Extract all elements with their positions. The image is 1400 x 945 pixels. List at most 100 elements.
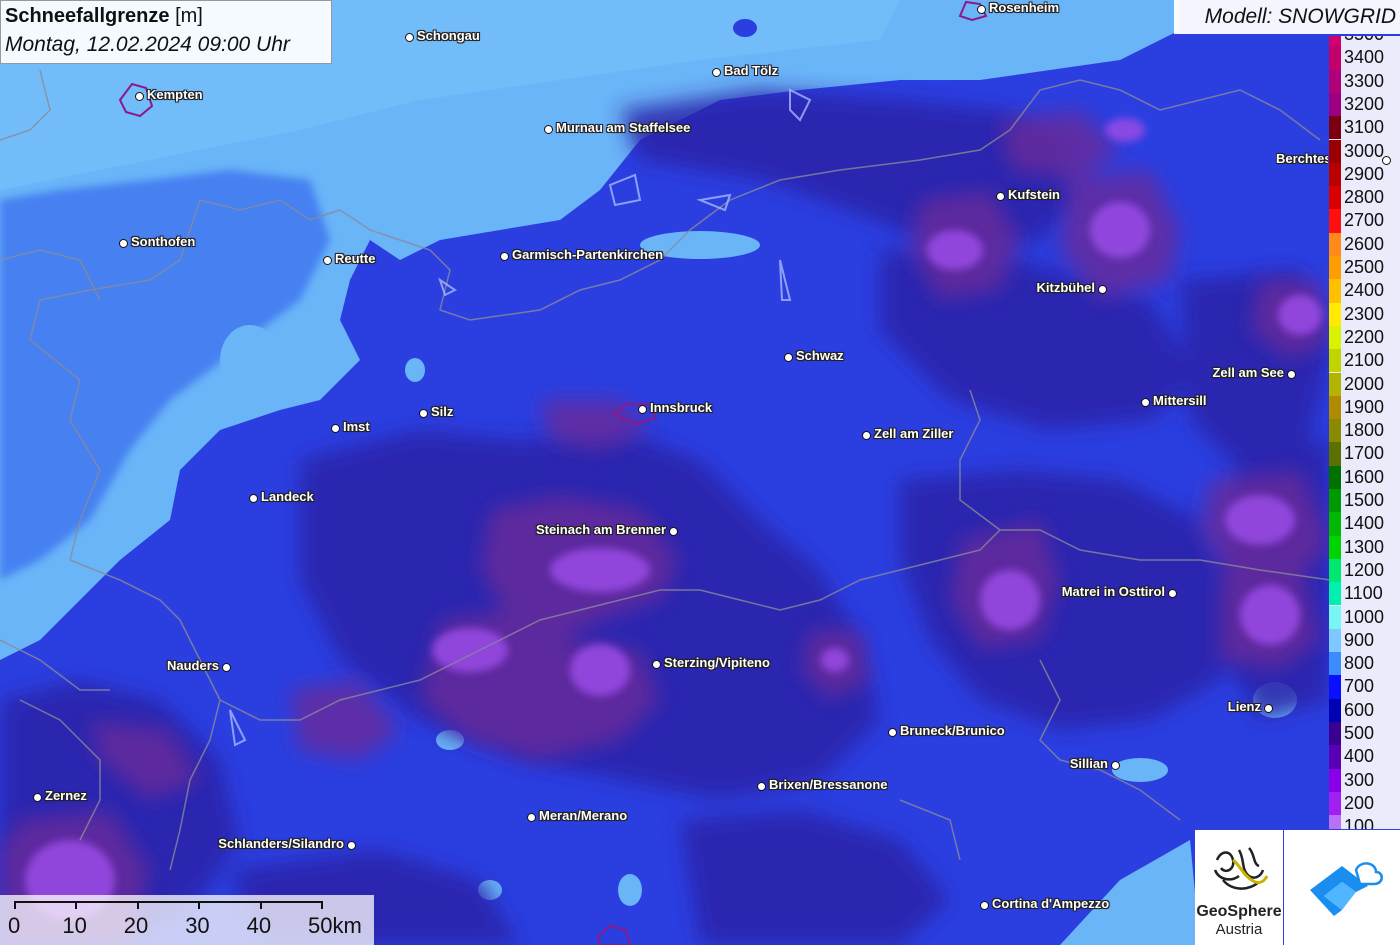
legend-item: 2700 (1329, 209, 1400, 233)
model-label: Modell: SNOWGRID (1204, 5, 1396, 28)
city-label[interactable]: Zell am See (1212, 365, 1284, 380)
legend-label: 3200 (1344, 93, 1385, 114)
city-dot (249, 494, 258, 503)
city-label[interactable]: Garmisch-Partenkirchen (512, 247, 663, 262)
legend-swatch (1329, 279, 1341, 303)
legend-label: 300 (1344, 769, 1375, 790)
city-label[interactable]: Cortina d'Ampezzo (992, 896, 1109, 911)
legend-label: 1200 (1344, 559, 1385, 580)
legend-item: 3400 (1329, 46, 1400, 70)
legend-swatch (1329, 722, 1341, 746)
legend-swatch (1329, 372, 1341, 396)
city-label[interactable]: Sterzing/Vipiteno (664, 655, 770, 670)
legend-label: 500 (1344, 723, 1375, 743)
legend-swatch (1329, 325, 1341, 350)
city-dot (323, 256, 332, 265)
city-label[interactable]: Schongau (417, 28, 480, 43)
legend-item: 800 (1329, 652, 1400, 676)
city-label[interactable]: Zernez (45, 788, 87, 803)
city-label[interactable]: Matrei in Osttirol (1062, 584, 1165, 599)
city-label[interactable]: Rosenheim (989, 0, 1059, 15)
legend-item: 200 (1329, 791, 1400, 816)
snowgrid-logo-box (1284, 830, 1400, 945)
legend-swatch (1329, 302, 1341, 326)
legend-label: 2500 (1344, 257, 1385, 277)
city-label[interactable]: Silz (431, 404, 453, 419)
legend-swatch (1329, 675, 1341, 699)
legend-swatch (1329, 815, 1341, 829)
legend-item: 1600 (1329, 465, 1400, 489)
city-label[interactable]: Mittersill (1153, 393, 1206, 408)
snowgrid-logo-icon (1310, 862, 1383, 916)
city-label[interactable]: Zell am Ziller (874, 426, 953, 441)
legend-swatch (1329, 256, 1341, 280)
city-label[interactable]: Meran/Merano (539, 808, 627, 823)
city-label[interactable]: Reutte (335, 251, 375, 266)
legend-item: 2900 (1329, 162, 1400, 187)
city-dot (1111, 761, 1120, 770)
legend-swatch (1329, 768, 1341, 792)
legend-item: 1300 (1329, 535, 1400, 559)
legend-label: 1600 (1344, 466, 1385, 487)
city-label[interactable]: Landeck (261, 489, 314, 504)
city-label[interactable]: Imst (343, 419, 370, 434)
city-label[interactable]: Nauders (167, 658, 219, 673)
legend-item: 100 (1329, 815, 1400, 829)
city-label[interactable]: Kufstein (1008, 187, 1060, 202)
city-label[interactable]: Bad Tölz (724, 63, 778, 78)
legend-item: 1100 (1329, 582, 1400, 606)
legend-swatch (1329, 535, 1341, 559)
city-label[interactable]: Lienz (1228, 699, 1261, 714)
city-dot (652, 660, 661, 669)
legend-label: 2200 (1344, 326, 1385, 347)
city-label[interactable]: Kitzbühel (1037, 280, 1096, 295)
legend-label: 3000 (1344, 140, 1385, 161)
city-label[interactable]: Schlanders/Silandro (218, 836, 344, 851)
legend-item: 1400 (1329, 512, 1400, 536)
scale-label: 30 (185, 913, 210, 938)
city-dot (996, 192, 1005, 201)
legend-label: 600 (1344, 699, 1375, 720)
map-title: Schneefallgrenze [m] (5, 5, 203, 27)
legend-swatch (1329, 232, 1341, 256)
city-label[interactable]: Schwaz (796, 348, 844, 363)
legend-item: 500 (1329, 722, 1400, 746)
legend-item: 1200 (1329, 558, 1400, 583)
legend-label: 100 (1344, 816, 1375, 829)
legend-item: 900 (1329, 628, 1400, 653)
scale-tick (259, 901, 262, 909)
legend-swatch (1329, 582, 1341, 606)
legend-swatch (1329, 349, 1341, 373)
legend-swatch (1329, 139, 1341, 163)
city-label[interactable]: Sillian (1070, 756, 1108, 771)
legend-label: 3100 (1344, 117, 1385, 138)
color-legend: 3500 340033003200 310030002900 280027002600… (1329, 36, 1400, 829)
legend-label: 2800 (1344, 187, 1385, 208)
scale-label: 20 (123, 913, 149, 938)
city-label[interactable]: Berchtesgaden (1276, 151, 1328, 166)
legend-item: 2300 (1329, 302, 1400, 326)
legend-item: 400 (1329, 745, 1400, 769)
city-label[interactable]: Murnau am Staffelsee (556, 120, 690, 135)
legend-label: 1000 (1344, 606, 1385, 627)
legend-swatch (1329, 116, 1341, 140)
legend-swatch (1329, 92, 1341, 117)
snowline-map[interactable] (0, 0, 1400, 945)
legend-item: 3100 (1329, 116, 1400, 140)
legend-label: 2600 (1344, 233, 1385, 254)
legend-item: 2100 (1329, 349, 1400, 373)
city-label[interactable]: Kempten (147, 87, 203, 102)
city-label[interactable]: Sonthofen (131, 234, 195, 249)
legend-swatch (1329, 209, 1341, 233)
city-label[interactable]: Innsbruck (650, 400, 712, 415)
city-label[interactable]: Steinach am Brenner (536, 522, 666, 537)
legend-item: 600 (1329, 698, 1400, 722)
legend-swatch (1329, 69, 1341, 93)
city-dot (862, 431, 871, 440)
city-label[interactable]: Brixen/Bressanone (769, 777, 888, 792)
scale-tick (198, 901, 201, 909)
city-dot (222, 663, 231, 672)
legend-swatch (1329, 489, 1341, 513)
city-label[interactable]: Bruneck/Brunico (900, 723, 1005, 738)
legend-item: 2000 (1329, 372, 1400, 396)
